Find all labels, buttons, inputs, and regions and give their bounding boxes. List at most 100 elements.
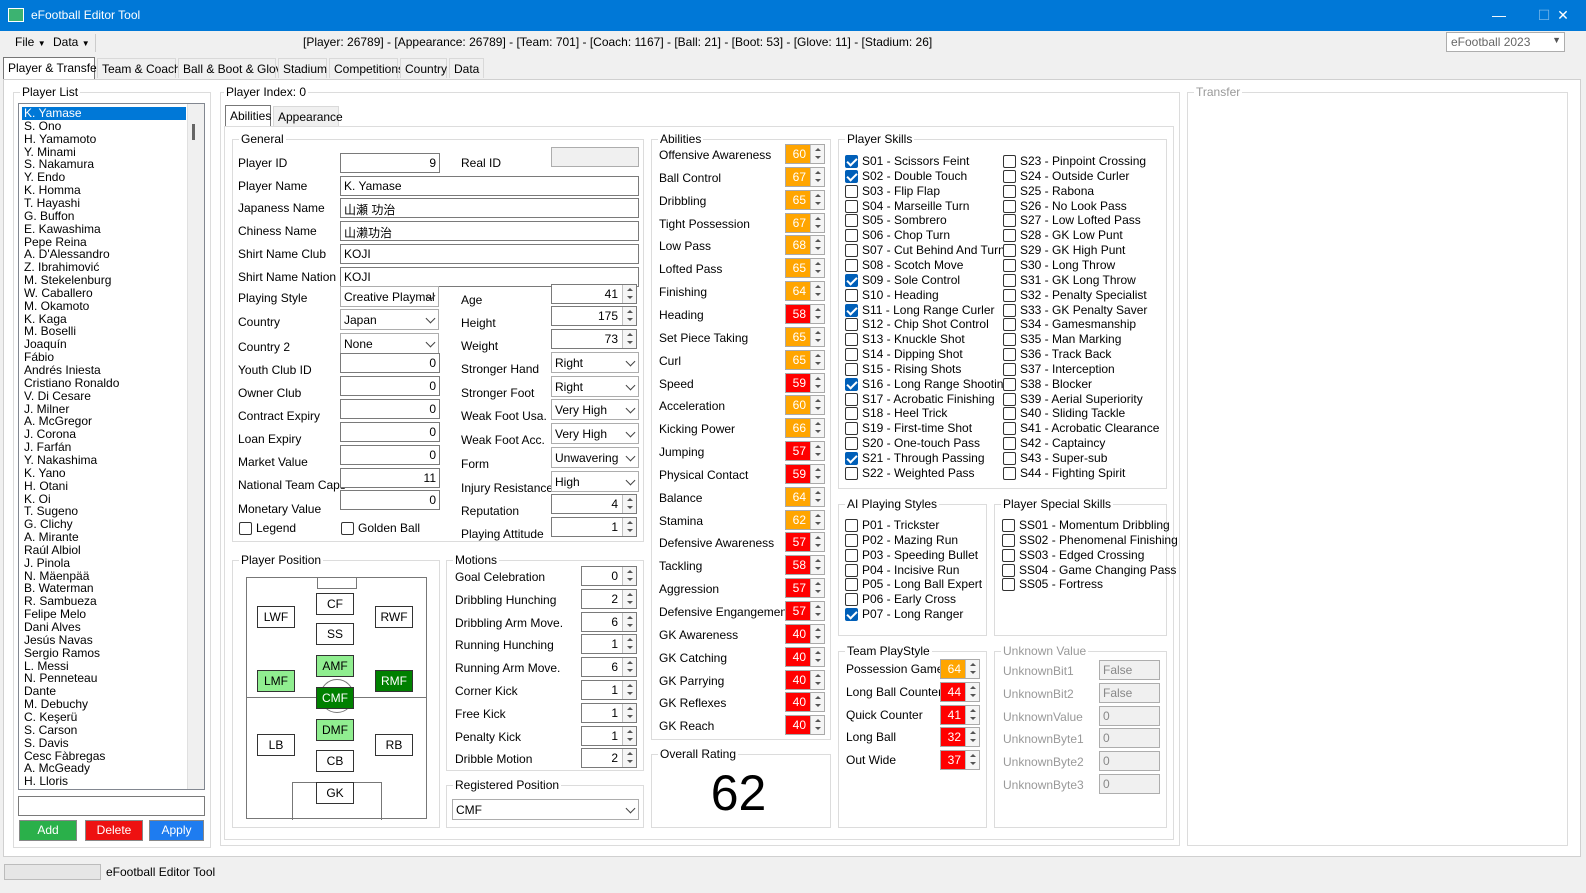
skill-checkbox[interactable]: S41 - Acrobatic Clearance — [1003, 421, 1163, 436]
contract-field[interactable]: 0 — [340, 399, 440, 419]
checkbox-box[interactable] — [845, 362, 858, 376]
checkbox-box[interactable] — [845, 563, 858, 577]
checkbox-box[interactable] — [845, 184, 858, 198]
ability-spinner[interactable]: 64 — [785, 486, 825, 507]
skill-checkbox[interactable]: S26 - No Look Pass — [1003, 199, 1163, 214]
tab-stadium[interactable]: Stadium — [278, 58, 327, 78]
player-list-item[interactable]: J. Pinola — [22, 556, 186, 570]
checkbox-box[interactable] — [845, 214, 858, 228]
player-list-item[interactable]: K. Yano — [22, 466, 186, 480]
checkbox-box[interactable] — [845, 407, 858, 421]
player-search-input[interactable] — [18, 796, 205, 816]
skill-checkbox[interactable]: S17 - Acrobatic Finishing — [845, 392, 1000, 407]
player-list-item[interactable]: Raúl Albiol — [22, 543, 186, 557]
playing-style-select[interactable]: Creative Playmal — [340, 286, 439, 307]
tab-appearance[interactable]: Appearance — [273, 106, 343, 126]
country2-select[interactable]: None — [340, 333, 439, 354]
skill-checkbox[interactable]: S35 - Man Marking — [1003, 332, 1163, 347]
ability-spinner[interactable]: 65 — [785, 326, 825, 347]
playstyle-spinner[interactable]: 64 — [940, 659, 980, 679]
skill-checkbox[interactable]: S07 - Cut Behind And Turn — [845, 243, 1005, 258]
playstyle-spinner[interactable]: 44 — [940, 681, 980, 702]
checkbox-box[interactable] — [1002, 548, 1015, 562]
ability-spinner[interactable]: 58 — [785, 303, 825, 324]
spin-buttons[interactable] — [965, 751, 979, 770]
ai-style-checkbox[interactable]: P06 - Early Cross — [845, 592, 985, 607]
player-list-item[interactable]: H. Lloris — [22, 775, 186, 788]
spin-buttons[interactable] — [810, 556, 824, 575]
spin-buttons[interactable] — [810, 396, 824, 415]
loan-field[interactable]: 0 — [340, 422, 440, 442]
checkbox-box[interactable] — [1003, 452, 1016, 465]
player-list-item[interactable]: Y. Nakashima — [22, 453, 186, 467]
spin-buttons[interactable] — [622, 518, 636, 536]
special-skill-checkbox[interactable]: SS02 - Phenomenal Finishing — [1002, 533, 1178, 548]
spin-buttons[interactable] — [622, 635, 636, 654]
tab-abilities[interactable]: Abilities — [225, 105, 271, 127]
apply-button[interactable]: Apply — [149, 820, 204, 841]
player-name-field[interactable]: K. Yamase — [340, 176, 639, 196]
spin-buttons[interactable] — [810, 442, 824, 461]
height-spinner[interactable]: 175 — [551, 306, 637, 326]
special-skill-checkbox[interactable]: SS01 - Momentum Dribbling — [1002, 518, 1170, 533]
close-button[interactable]: ✕ — [1540, 0, 1586, 31]
skill-checkbox[interactable]: S27 - Low Lofted Pass — [1003, 213, 1163, 228]
checkbox-box[interactable] — [1003, 466, 1016, 480]
spin-buttons[interactable] — [810, 647, 824, 666]
checkbox-box[interactable] — [845, 533, 858, 547]
spin-buttons[interactable] — [810, 282, 824, 301]
skill-checkbox[interactable]: S24 - Outside Curler — [1003, 169, 1163, 184]
spin-buttons[interactable] — [810, 602, 824, 620]
form-select[interactable]: Unwavering — [551, 447, 639, 468]
checkbox-box[interactable] — [1003, 407, 1016, 421]
checkbox-box[interactable] — [845, 578, 858, 592]
ai-style-checkbox[interactable]: P07 - Long Ranger — [845, 607, 985, 622]
skill-checkbox[interactable]: S10 - Heading — [845, 288, 1000, 303]
checkbox-box[interactable] — [1003, 318, 1016, 332]
skill-checkbox[interactable]: S44 - Fighting Spirit — [1003, 466, 1163, 481]
checkbox-box[interactable] — [845, 377, 858, 391]
chinese-name-field[interactable]: 山濑功治 — [340, 221, 639, 241]
monetary-field[interactable]: 0 — [340, 490, 440, 510]
spin-buttons[interactable] — [622, 726, 636, 745]
spin-buttons[interactable] — [622, 495, 636, 513]
country-select[interactable]: Japan — [340, 309, 439, 330]
checkbox-box[interactable] — [1002, 519, 1015, 532]
reputation-spinner[interactable]: 4 — [551, 494, 637, 514]
skill-checkbox[interactable]: S23 - Pinpoint Crossing — [1003, 154, 1163, 169]
checkbox-box[interactable] — [1003, 258, 1016, 272]
checkbox-box[interactable] — [845, 437, 858, 451]
spin-buttons[interactable] — [810, 670, 824, 689]
ability-spinner[interactable]: 40 — [785, 623, 825, 644]
motion-spinner[interactable]: 6 — [581, 611, 637, 632]
motion-spinner[interactable]: 1 — [581, 702, 637, 723]
player-list-item[interactable]: Cristiano Ronaldo — [22, 376, 186, 390]
special-skill-checkbox[interactable]: SS05 - Fortress — [1002, 577, 1162, 592]
player-list-item[interactable]: E. Kawashima — [22, 222, 186, 236]
checkbox-box[interactable] — [845, 333, 858, 347]
ability-spinner[interactable]: 57 — [785, 601, 825, 621]
motion-spinner[interactable]: 2 — [581, 748, 637, 769]
skill-checkbox[interactable]: S05 - Sombrero — [845, 213, 1000, 228]
spin-buttons[interactable] — [810, 624, 824, 643]
spin-buttons[interactable] — [622, 307, 636, 325]
checkbox-box[interactable] — [1003, 422, 1016, 436]
checkbox-box[interactable] — [1003, 392, 1016, 406]
checkbox-box[interactable] — [845, 303, 858, 317]
player-list-item[interactable]: M. Okamoto — [22, 299, 186, 313]
checkbox-box[interactable] — [845, 318, 858, 332]
pos-cmf[interactable]: CMF — [316, 687, 354, 709]
skill-checkbox[interactable]: S01 - Scissors Feint — [845, 154, 1000, 169]
checkbox-box[interactable] — [845, 519, 858, 532]
ai-style-checkbox[interactable]: P05 - Long Ball Expert — [845, 577, 985, 592]
motion-spinner[interactable]: 2 — [581, 588, 637, 609]
player-list-item[interactable]: G. Buffon — [22, 209, 186, 223]
checkbox-box[interactable] — [1002, 563, 1015, 577]
checkbox-box[interactable] — [1003, 377, 1016, 391]
checkbox-box[interactable] — [239, 522, 252, 535]
motion-spinner[interactable]: 1 — [581, 725, 637, 746]
skill-checkbox[interactable]: S37 - Interception — [1003, 362, 1163, 377]
skill-checkbox[interactable]: S36 - Track Back — [1003, 347, 1163, 362]
pos-rb[interactable]: RB — [375, 734, 413, 756]
checkbox-box[interactable] — [1003, 229, 1016, 243]
